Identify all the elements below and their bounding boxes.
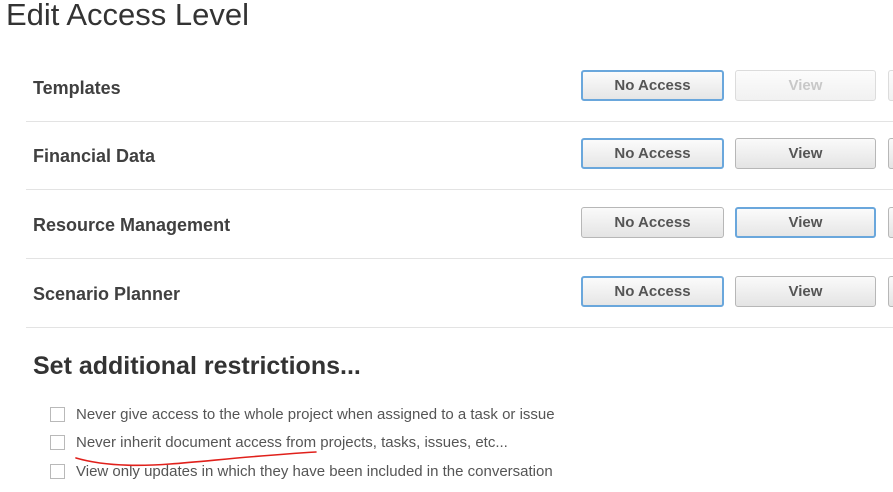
no-access-button[interactable]: No Access xyxy=(581,207,724,238)
more-access-button xyxy=(888,70,893,101)
no-access-button[interactable]: No Access xyxy=(581,276,724,307)
permission-row-templates: Templates No Access View xyxy=(26,53,893,122)
checkbox-label[interactable]: Never give access to the whole project w… xyxy=(76,406,555,423)
more-access-button[interactable] xyxy=(888,138,893,169)
underline-stroke xyxy=(75,451,317,467)
more-access-button[interactable] xyxy=(888,207,893,238)
restrictions-title: Set additional restrictions... xyxy=(33,352,361,380)
checkbox[interactable] xyxy=(50,435,65,450)
no-access-button[interactable]: No Access xyxy=(581,70,724,101)
permission-row-financial-data: Financial Data No Access View xyxy=(26,121,893,190)
checkbox[interactable] xyxy=(50,407,65,422)
row-label: Templates xyxy=(33,78,121,98)
more-access-button[interactable] xyxy=(888,276,893,307)
view-button[interactable]: View xyxy=(735,207,876,238)
checkbox[interactable] xyxy=(50,464,65,479)
row-label: Scenario Planner xyxy=(33,284,181,304)
row-label: Resource Management xyxy=(33,215,231,235)
no-access-button[interactable]: No Access xyxy=(581,138,724,169)
page-title: Edit Access Level xyxy=(6,0,249,32)
permission-row-scenario-planner: Scenario Planner No Access View xyxy=(26,259,893,328)
row-label: Financial Data xyxy=(33,146,156,166)
view-button[interactable]: View xyxy=(735,138,876,169)
red-underline-annotation xyxy=(75,451,317,467)
view-button: View xyxy=(735,70,876,101)
view-button[interactable]: View xyxy=(735,276,876,307)
permission-row-resource-management: Resource Management No Access View xyxy=(26,190,893,259)
